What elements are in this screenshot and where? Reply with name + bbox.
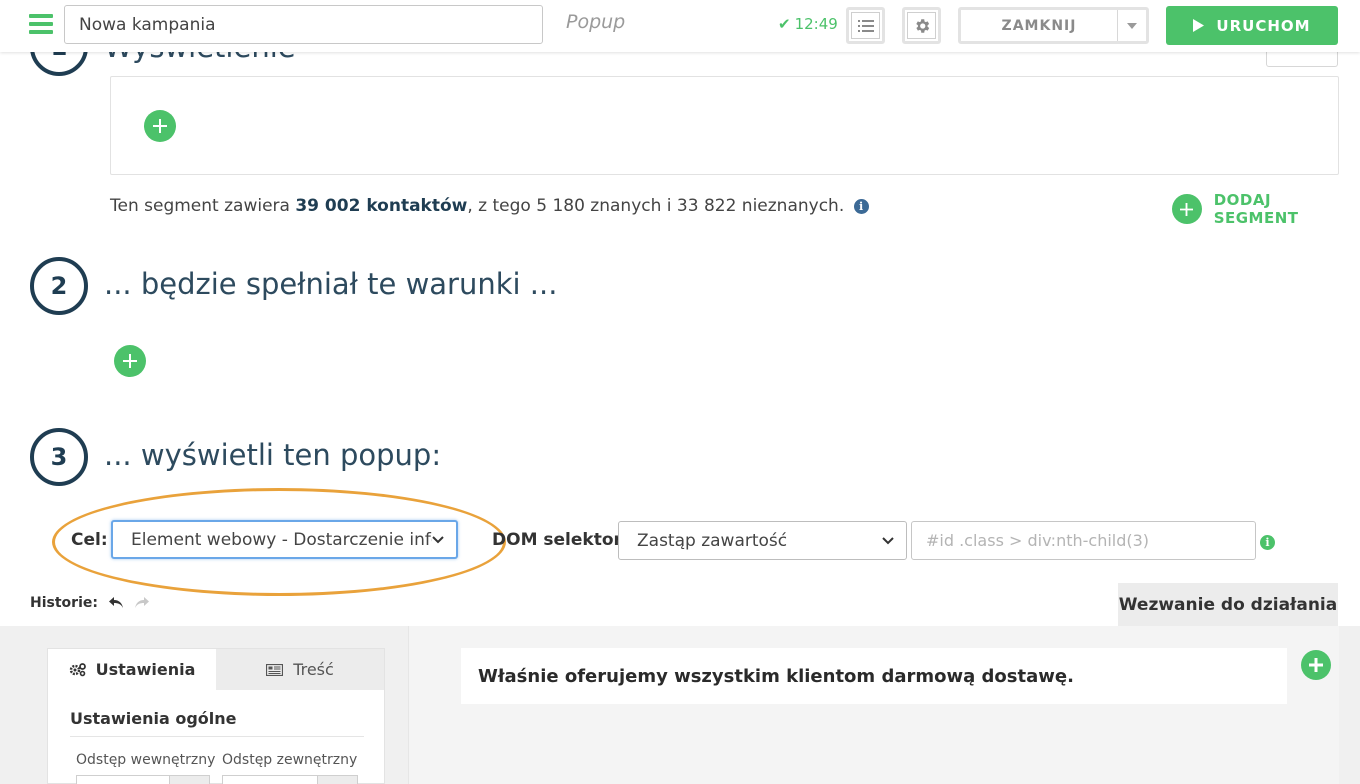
settings-button[interactable] bbox=[902, 7, 941, 44]
tab-settings-label: Ustawienia bbox=[95, 660, 196, 679]
outer-padding-input[interactable] bbox=[222, 775, 358, 784]
tab-content[interactable]: Treść bbox=[216, 649, 384, 690]
run-button[interactable]: URUCHOM bbox=[1166, 6, 1338, 45]
segment-options-button[interactable] bbox=[1266, 52, 1338, 67]
dom-selector-input[interactable] bbox=[911, 521, 1256, 560]
step-2-circle: 2 bbox=[30, 257, 88, 315]
add-condition-button[interactable] bbox=[114, 345, 146, 377]
plus-icon bbox=[1309, 658, 1323, 672]
dom-mode-select[interactable]: Zastąp zawartość bbox=[618, 521, 907, 560]
tab-content-label: Treść bbox=[293, 660, 334, 679]
add-block-button[interactable] bbox=[1301, 650, 1331, 680]
popup-canvas: Właśnie oferujemy wszystkim klientom dar… bbox=[408, 626, 1339, 784]
close-button[interactable]: ZAMKNIJ bbox=[958, 7, 1149, 44]
campaign-type-label: Popup bbox=[566, 11, 626, 33]
inner-padding-label: Odstęp wewnętrzny bbox=[76, 752, 216, 768]
input-addon[interactable] bbox=[169, 776, 209, 784]
gears-icon bbox=[69, 662, 86, 676]
info-icon[interactable]: i bbox=[853, 199, 869, 214]
segment-contacts-count: 39 002 kontaktów bbox=[295, 196, 468, 216]
plus-circle-icon bbox=[1172, 194, 1202, 224]
list-view-button[interactable] bbox=[846, 7, 885, 44]
segment-text-suffix: , z tego 5 180 znanych i 33 822 nieznany… bbox=[467, 196, 845, 216]
dom-mode-value: Zastąp zawartość bbox=[637, 530, 788, 551]
list-icon bbox=[851, 12, 880, 39]
chevron-down-icon[interactable] bbox=[1118, 10, 1146, 41]
step-3-title: ... wyświetli ten popup: bbox=[104, 438, 442, 472]
newspaper-icon bbox=[266, 663, 284, 676]
info-icon[interactable]: i bbox=[1260, 532, 1275, 551]
step-2-number: 2 bbox=[50, 272, 68, 300]
panel-tabs: Ustawienia Treść bbox=[48, 649, 384, 690]
tab-settings[interactable]: Ustawienia bbox=[48, 649, 216, 690]
step-3-number: 3 bbox=[50, 443, 68, 471]
history-label: Historie: bbox=[30, 595, 98, 611]
chevron-down-icon bbox=[882, 536, 894, 544]
tab-call-to-action[interactable]: Wezwanie do działania bbox=[1118, 583, 1338, 626]
top-bar: Popup ✔12:49 ZAMKNIJ URUCHOM bbox=[0, 0, 1360, 52]
step-2-title: ... będzie spełniał te warunki ... bbox=[104, 267, 558, 301]
segment-box bbox=[110, 76, 1339, 175]
segment-summary: Ten segment zawiera 39 002 kontaktów, z … bbox=[110, 196, 869, 216]
highlight-ellipse bbox=[52, 488, 506, 596]
plus-icon bbox=[123, 354, 137, 368]
inner-padding-input[interactable] bbox=[76, 775, 210, 784]
gear-icon bbox=[907, 12, 936, 39]
popup-text-block[interactable]: Właśnie oferujemy wszystkim klientom dar… bbox=[461, 648, 1287, 704]
add-segment-button[interactable]: DODAJ SEGMENT bbox=[1172, 191, 1360, 227]
input-addon[interactable] bbox=[317, 776, 357, 784]
divider bbox=[70, 736, 364, 737]
campaign-name-input[interactable] bbox=[64, 5, 543, 44]
add-condition-button[interactable] bbox=[144, 110, 176, 142]
save-time: 12:49 bbox=[794, 15, 838, 33]
close-button-label[interactable]: ZAMKNIJ bbox=[961, 10, 1118, 41]
general-settings-heading: Ustawienia ogólne bbox=[70, 709, 237, 728]
dom-selector-label: DOM selektor: bbox=[492, 530, 629, 550]
step-3-circle: 3 bbox=[30, 428, 88, 486]
menu-icon[interactable] bbox=[29, 14, 53, 34]
plus-icon bbox=[153, 119, 167, 133]
history-bar: Historie: bbox=[30, 595, 150, 611]
editor-settings-panel: Ustawienia Treść Ustawienia ogólne Odstę… bbox=[47, 648, 385, 784]
run-button-label: URUCHOM bbox=[1216, 16, 1311, 35]
undo-icon[interactable] bbox=[108, 596, 124, 610]
save-status: ✔ 12:49 bbox=[778, 15, 840, 33]
segment-text-prefix: Ten segment zawiera bbox=[110, 196, 296, 216]
checkmark-icon: ✔ bbox=[778, 15, 791, 33]
play-icon bbox=[1193, 19, 1205, 32]
add-segment-label: DODAJ SEGMENT bbox=[1213, 191, 1299, 227]
outer-padding-label: Odstęp zewnętrzny bbox=[222, 752, 358, 768]
redo-icon[interactable] bbox=[134, 596, 150, 610]
